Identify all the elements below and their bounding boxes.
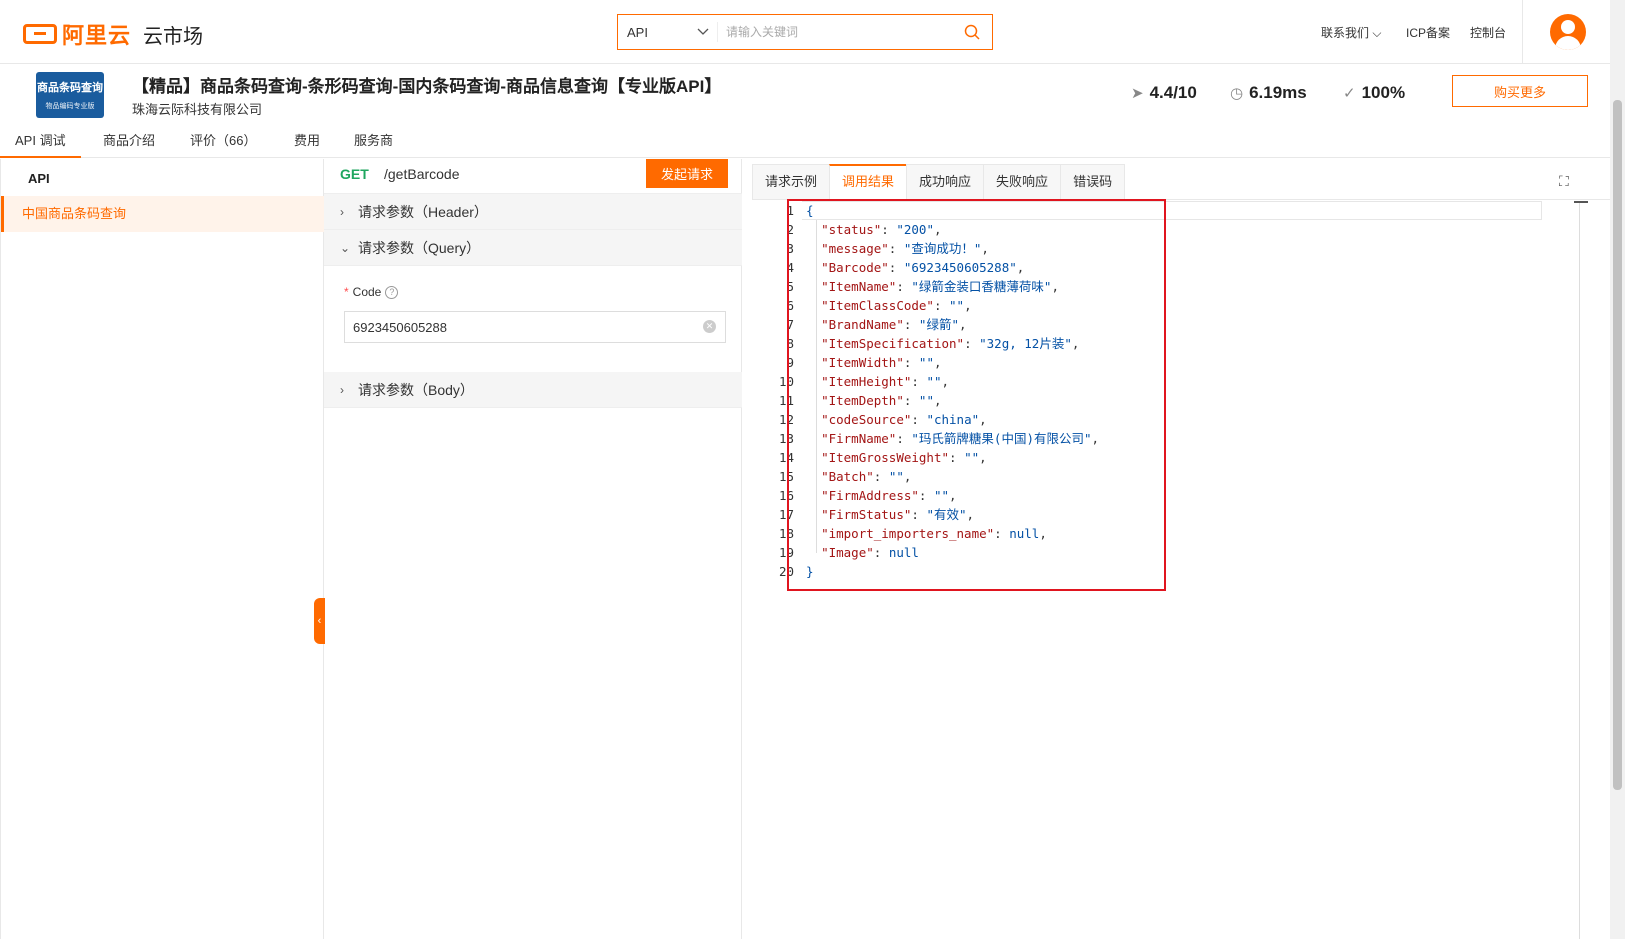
tab-pricing[interactable]: 费用 bbox=[294, 130, 320, 158]
chevron-left-icon: ‹ bbox=[317, 615, 322, 627]
page-scrollbar-thumb[interactable] bbox=[1613, 100, 1622, 790]
market-label[interactable]: 云市场 bbox=[143, 20, 203, 49]
rating-stat: ➤ 4.4/10 bbox=[1131, 83, 1197, 103]
top-header: 阿里云 云市场 API 联系我们 ⌵ ICP备案 控制台 bbox=[0, 0, 1610, 64]
header-params-section[interactable]: › 请求参数（Header） bbox=[324, 194, 742, 230]
send-icon: ➤ bbox=[1131, 85, 1144, 102]
product-logo-line1: 商品条码查询 bbox=[37, 82, 103, 94]
check-icon: ✓ bbox=[1343, 85, 1356, 102]
aliyun-logo[interactable]: 阿里云 bbox=[23, 18, 131, 50]
result-tabs: 请求示例 调用结果 成功响应 失败响应 错误码 bbox=[752, 164, 1126, 199]
product-nav-tabs: API 调试 商品介绍 评价（66） 费用 服务商 bbox=[0, 122, 1610, 158]
contact-us-link[interactable]: 联系我们 ⌵ bbox=[1321, 24, 1381, 41]
product-bar: 商品条码查询 物品编码专业版 【精品】商品条码查询-条形码查询-国内条码查询-商… bbox=[0, 64, 1610, 122]
page-scrollbar[interactable] bbox=[1610, 0, 1625, 939]
contact-us-label: 联系我们 bbox=[1321, 26, 1370, 40]
product-logo: 商品条码查询 物品编码专业版 bbox=[36, 72, 104, 118]
product-title: 【精品】商品条码查询-条形码查询-国内条码查询-商品信息查询【专业版API】 bbox=[132, 77, 722, 96]
query-params-section[interactable]: ⌄ 请求参数（Query） bbox=[324, 230, 742, 266]
aliyun-logo-icon bbox=[23, 24, 57, 44]
code-label-text: Code bbox=[352, 285, 382, 299]
response-panel: 请求示例 调用结果 成功响应 失败响应 错误码 ⛶ 1 2 3 4 5 6 7 8 9 10 11 1… bbox=[742, 159, 1610, 939]
latency-stat: ◷ 6.19ms bbox=[1230, 83, 1307, 103]
buy-more-button[interactable]: 购买更多 bbox=[1452, 75, 1588, 107]
tab-error-codes[interactable]: 错误码 bbox=[1060, 164, 1126, 199]
request-line: GET /getBarcode 发起请求 bbox=[324, 159, 742, 194]
chevron-right-icon: › bbox=[340, 204, 344, 219]
tab-call-result[interactable]: 调用结果 bbox=[829, 164, 908, 199]
body-params-section[interactable]: › 请求参数（Body） bbox=[324, 372, 742, 408]
sidebar-heading: API bbox=[28, 171, 50, 186]
header-params-label: 请求参数（Header） bbox=[358, 203, 488, 220]
editor-scroll-marker bbox=[1574, 201, 1588, 203]
send-request-button[interactable]: 发起请求 bbox=[646, 159, 728, 188]
user-avatar[interactable] bbox=[1550, 14, 1586, 50]
tab-provider[interactable]: 服务商 bbox=[354, 130, 393, 158]
search-bar: API bbox=[617, 14, 993, 50]
body-params-label: 请求参数（Body） bbox=[358, 381, 474, 398]
required-marker: * bbox=[344, 285, 349, 299]
header-divider bbox=[1522, 0, 1523, 64]
success-stat: ✓ 100% bbox=[1343, 83, 1405, 103]
search-type-value: API bbox=[627, 24, 648, 40]
clock-icon: ◷ bbox=[1230, 85, 1244, 102]
success-value: 100% bbox=[1361, 83, 1406, 102]
query-params-label: 请求参数（Query） bbox=[358, 239, 481, 256]
latency-value: 6.19ms bbox=[1249, 83, 1307, 102]
code-editor[interactable]: 1 2 3 4 5 6 7 8 9 10 11 12 13 14 15 16 17 18 19 20 { "statu… bbox=[742, 199, 1588, 939]
avatar-head bbox=[1561, 20, 1575, 34]
editor-scrollbar[interactable] bbox=[1579, 201, 1580, 939]
request-panel: GET /getBarcode 发起请求 › 请求参数（Header） ⌄ 请求… bbox=[324, 159, 742, 939]
tab-success-response[interactable]: 成功响应 bbox=[906, 164, 985, 199]
tab-api-debug[interactable]: API 调试 bbox=[0, 130, 81, 158]
code-field-label: * Code? bbox=[344, 285, 399, 299]
api-sidebar: API 中国商品条码查询 bbox=[0, 159, 324, 939]
search-icon bbox=[964, 24, 980, 40]
tab-failure-response[interactable]: 失败响应 bbox=[983, 164, 1062, 199]
search-button[interactable] bbox=[952, 15, 992, 49]
tab-request-example[interactable]: 请求示例 bbox=[752, 164, 831, 199]
help-icon[interactable]: ? bbox=[385, 286, 399, 299]
chevron-down-icon bbox=[697, 28, 709, 35]
product-vendor[interactable]: 珠海云际科技有限公司 bbox=[132, 99, 262, 118]
code-input[interactable] bbox=[344, 311, 726, 343]
chevron-down-icon: ⌄ bbox=[340, 240, 351, 255]
fullscreen-icon[interactable]: ⛶ bbox=[1559, 173, 1569, 190]
logo-text: 阿里云 bbox=[62, 23, 132, 48]
avatar-body bbox=[1555, 36, 1581, 50]
console-link[interactable]: 控制台 bbox=[1470, 24, 1506, 41]
product-logo-line2: 物品编码专业版 bbox=[45, 103, 95, 110]
search-input[interactable] bbox=[718, 25, 952, 39]
tab-product-intro[interactable]: 商品介绍 bbox=[103, 130, 155, 158]
tab-reviews[interactable]: 评价（66） bbox=[190, 130, 256, 158]
http-method: GET bbox=[340, 166, 369, 182]
clear-icon[interactable]: ✕ bbox=[703, 320, 716, 333]
endpoint-path: /getBarcode bbox=[384, 166, 460, 182]
highlight-box bbox=[787, 199, 1166, 591]
search-type-select[interactable]: API bbox=[618, 22, 718, 42]
sidebar-item-barcode-query[interactable]: 中国商品条码查询 bbox=[1, 196, 324, 232]
chevron-right-icon: › bbox=[340, 382, 344, 397]
page: 阿里云 云市场 API 联系我们 ⌵ ICP备案 控制台 商品条码查询 物品编码… bbox=[0, 0, 1625, 939]
rating-value: 4.4/10 bbox=[1149, 83, 1197, 102]
icp-link[interactable]: ICP备案 bbox=[1406, 24, 1450, 41]
